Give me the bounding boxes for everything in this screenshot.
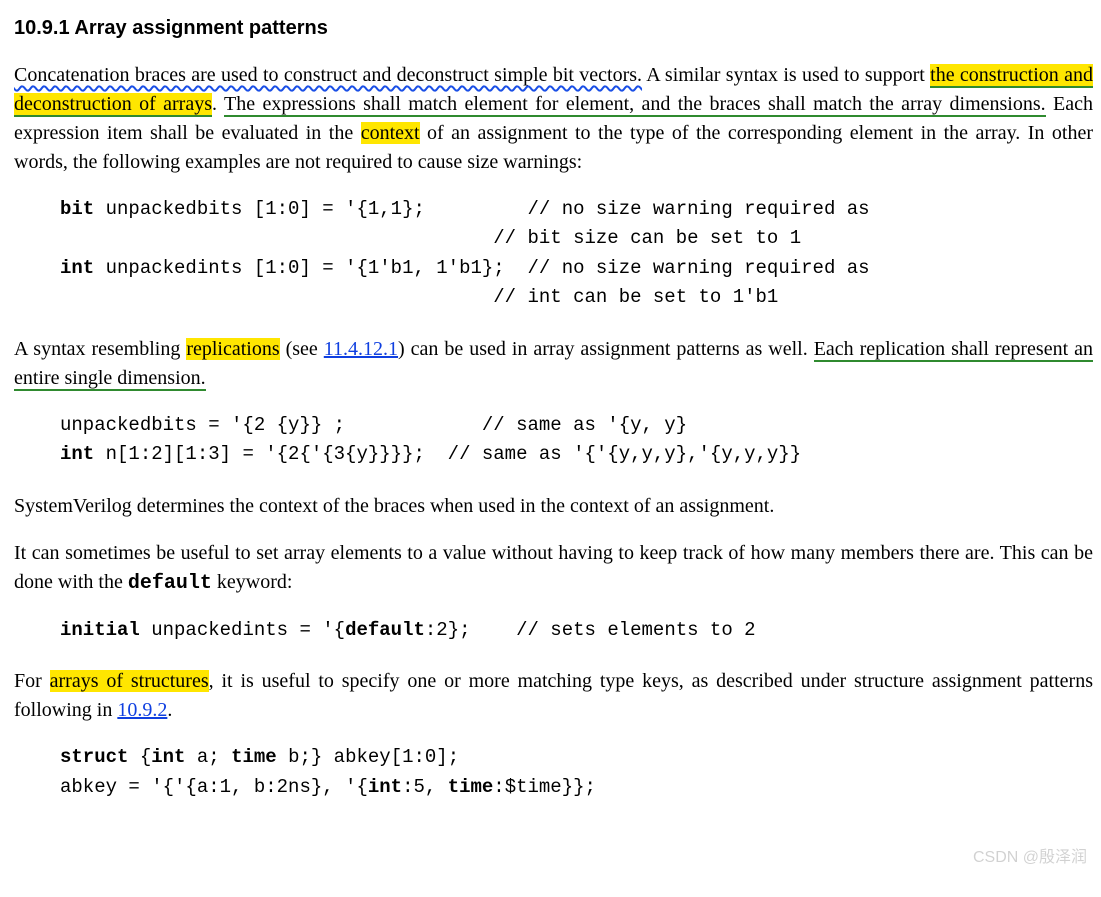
default-paragraph: It can sometimes be useful to set array … (14, 539, 1093, 598)
code-line: // int can be set to 1'b1 (60, 286, 778, 308)
arrays-of-structures-paragraph: For arrays of structures, it is useful t… (14, 667, 1093, 725)
text: keyword: (212, 571, 293, 593)
code-line: n[1:2][1:3] = '{2{'{3{y}}}}; // same as … (94, 443, 801, 465)
text: . (212, 93, 224, 115)
intro-paragraph: Concatenation braces are used to constru… (14, 61, 1093, 177)
text: ) can be used in array assignment patter… (398, 338, 814, 360)
code-block-2: unpackedbits = '{2 {y}} ; // same as '{y… (14, 411, 1093, 470)
kw-time: time (448, 776, 494, 798)
kw-initial: initial (60, 619, 140, 641)
kw-default: default (345, 619, 425, 641)
code-block-4: struct {int a; time b;} abkey[1:0]; abke… (14, 743, 1093, 802)
code-text: abkey = '{'{a:1, b:2ns}, '{ (60, 776, 368, 798)
code-text: :$time}}; (493, 776, 596, 798)
text: For (14, 670, 50, 692)
section-heading: 10.9.1 Array assignment patterns (14, 14, 1093, 43)
highlight-arrays-of-structures: arrays of structures (50, 670, 209, 692)
kw-default-inline: default (128, 572, 212, 595)
text: (see (280, 338, 324, 360)
text: A syntax resembling (14, 338, 186, 360)
code-line: unpackedbits = '{2 {y}} ; // same as '{y… (60, 414, 687, 436)
kw-time: time (231, 746, 277, 768)
code-line: unpackedbits [1:0] = '{1,1}; // no size … (94, 198, 869, 220)
replications-paragraph: A syntax resembling replications (see 11… (14, 335, 1093, 393)
code-block-3: initial unpackedints = '{default:2}; // … (14, 616, 1093, 645)
sentence-match-dims: The expressions shall match element for … (224, 93, 1046, 117)
code-text: { (128, 746, 151, 768)
code-line: // bit size can be set to 1 (60, 227, 801, 249)
code-text: :5, (402, 776, 448, 798)
code-line: unpackedints [1:0] = '{1'b1, 1'b1}; // n… (94, 257, 869, 279)
sentence-concat-braces: Concatenation braces are used to constru… (14, 64, 642, 86)
code-text: unpackedints = '{ (140, 619, 345, 641)
code-block-1: bit unpackedbits [1:0] = '{1,1}; // no s… (14, 195, 1093, 313)
kw-bit: bit (60, 198, 94, 220)
watermark: CSDN @殷泽润 (973, 846, 1087, 869)
kw-struct: struct (60, 746, 128, 768)
kw-int: int (60, 257, 94, 279)
code-text: a; (185, 746, 231, 768)
code-text: :2}; // sets elements to 2 (425, 619, 756, 641)
kw-int: int (368, 776, 402, 798)
context-paragraph: SystemVerilog determines the context of … (14, 492, 1093, 521)
code-text: b;} abkey[1:0]; (277, 746, 459, 768)
kw-int: int (151, 746, 185, 768)
text: . (167, 699, 172, 721)
highlight-context: context (361, 122, 420, 144)
link-10-9-2[interactable]: 10.9.2 (117, 699, 167, 721)
link-11-4-12-1[interactable]: 11.4.12.1 (324, 338, 398, 360)
kw-int: int (60, 443, 94, 465)
highlight-replications: replications (186, 338, 279, 360)
text: A similar syntax is used to support (642, 64, 930, 86)
